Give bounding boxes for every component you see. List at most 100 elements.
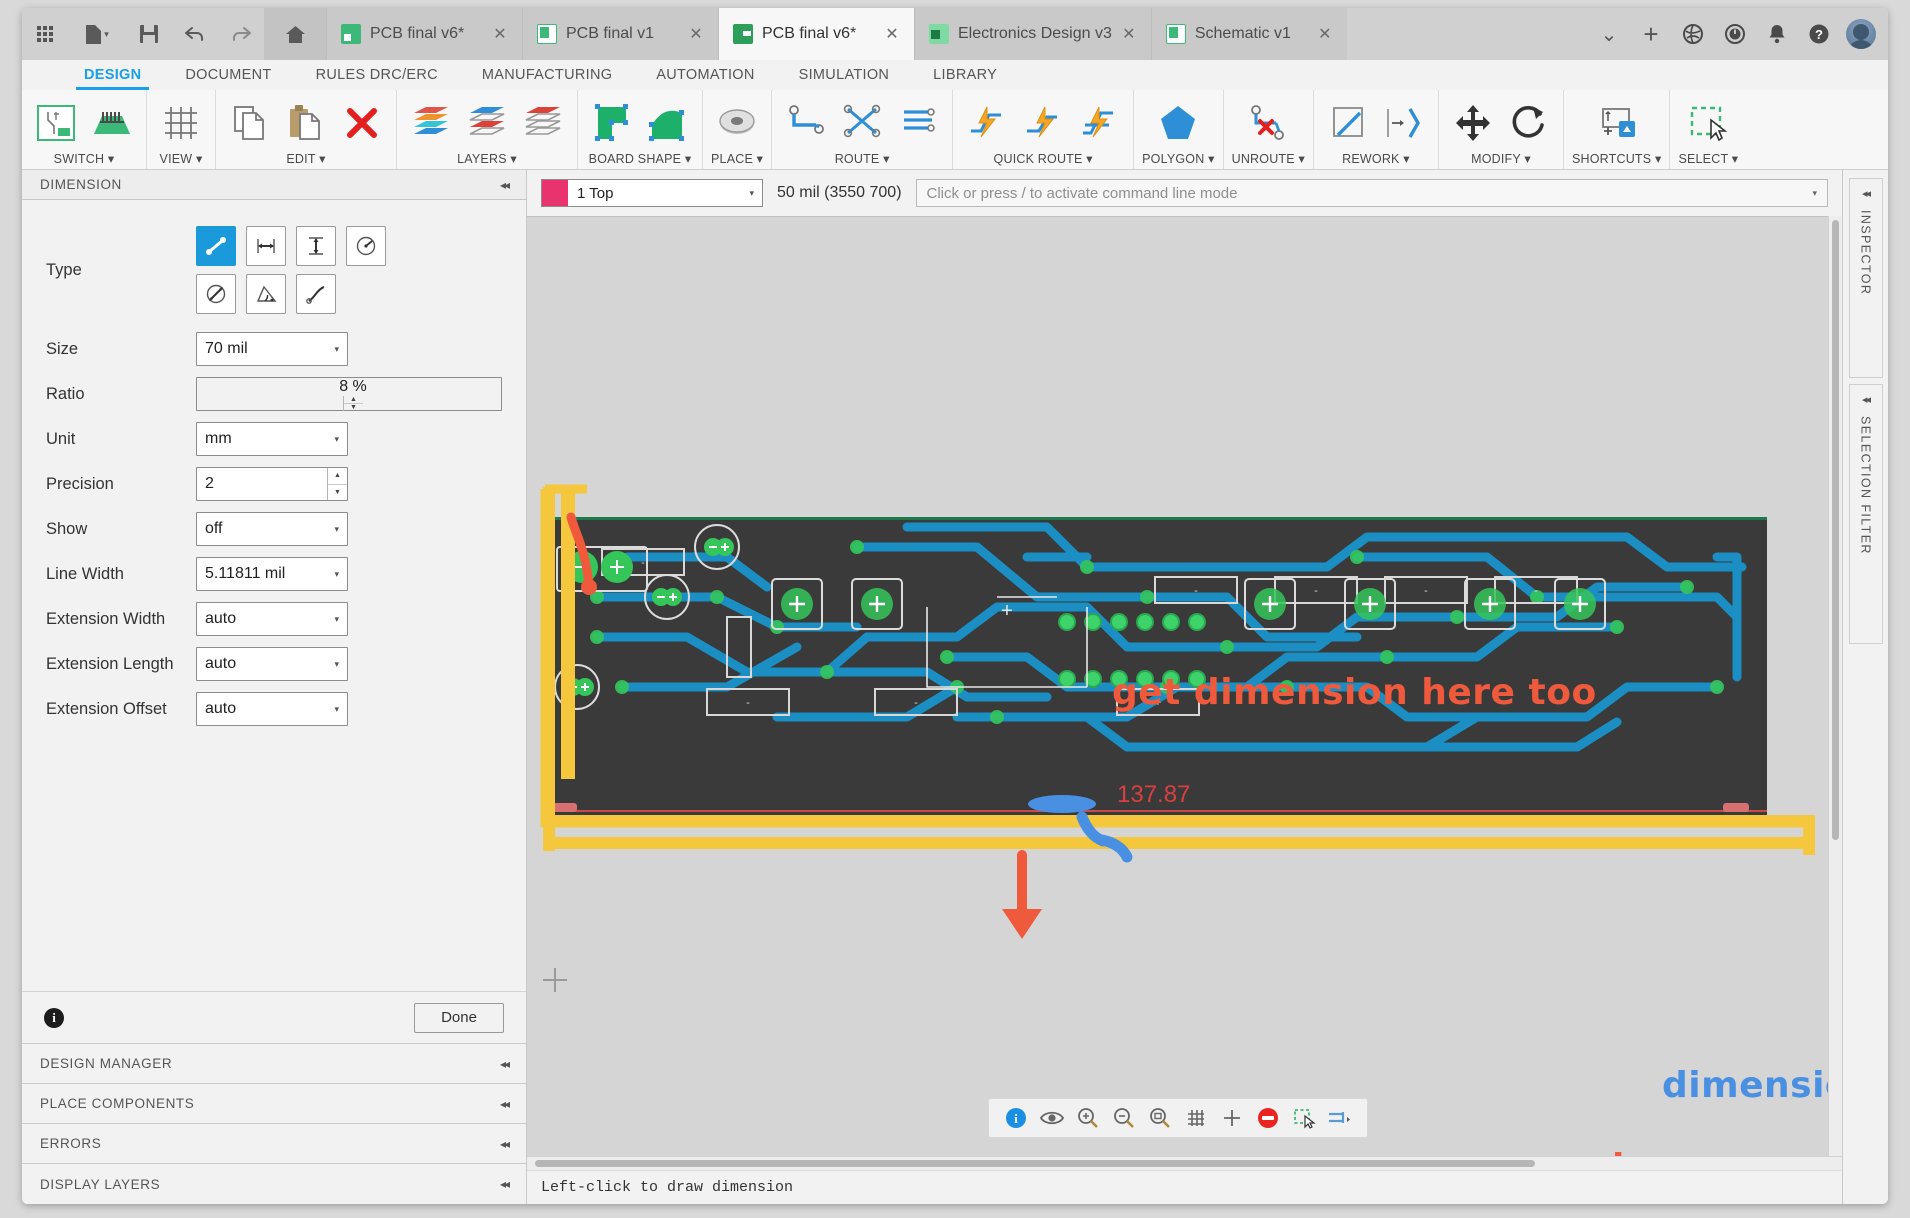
extension-length-dropdown[interactable]: auto ▾ [196, 647, 348, 681]
no-entry-icon[interactable] [1253, 1103, 1283, 1133]
place-via-icon[interactable] [711, 100, 763, 146]
command-line-input[interactable]: Click or press / to activate command lin… [916, 179, 1828, 207]
menu-item-rules-drc-erc[interactable]: RULES DRC/ERC [294, 60, 460, 90]
visibility-eye-icon[interactable] [1037, 1103, 1067, 1133]
dimension-type-radius[interactable] [346, 226, 386, 266]
copy-icon[interactable] [224, 100, 276, 146]
document-tab-0[interactable]: PCB final v6* ✕ [326, 8, 522, 60]
stepper-up-icon[interactable]: ▲ [328, 468, 347, 485]
line-width-dropdown[interactable]: 5.11811 mil ▾ [196, 557, 348, 591]
menu-item-automation[interactable]: AUTOMATION [634, 60, 776, 90]
scrollbar-thumb[interactable] [535, 1160, 1535, 1167]
layer-stack-icon[interactable] [405, 100, 457, 146]
miter-icon[interactable] [1322, 100, 1374, 146]
select-box-icon[interactable] [1682, 100, 1734, 146]
extension-width-dropdown[interactable]: auto ▾ [196, 602, 348, 636]
stepper-up-icon[interactable]: ▲ [344, 396, 363, 404]
canvas-vertical-scrollbar[interactable] [1828, 216, 1842, 1156]
dimension-type-angle[interactable] [246, 274, 286, 314]
dimension-type-horizontal[interactable] [246, 226, 286, 266]
crosshair-icon[interactable] [1217, 1103, 1247, 1133]
route-trace-icon[interactable] [780, 100, 832, 146]
switch-to-board-icon[interactable] [86, 100, 138, 146]
menu-item-library[interactable]: LIBRARY [911, 60, 1019, 90]
undo-icon[interactable] [172, 8, 218, 60]
rail-collapse-icon[interactable]: ◂◂ [1862, 187, 1869, 200]
panel-collapse-icon[interactable]: ◂◂ [500, 178, 508, 192]
document-tab-1[interactable]: PCB final v1 ✕ [522, 8, 718, 60]
dimension-type-leader[interactable] [296, 274, 336, 314]
stepper-down-icon[interactable]: ▼ [328, 485, 347, 501]
autoroute-selected-icon[interactable] [1017, 100, 1069, 146]
rail-collapse-icon[interactable]: ◂◂ [1862, 393, 1869, 406]
accordion-collapse-icon[interactable]: ◂◂ [500, 1057, 508, 1071]
document-tab-2-active[interactable]: PCB final v6* ✕ [718, 8, 914, 60]
grid-toggle-icon[interactable] [1181, 1103, 1211, 1133]
help-icon[interactable]: ? [1798, 23, 1840, 45]
document-tab-4[interactable]: Schematic v1 ✕ [1151, 8, 1347, 60]
change-angle-icon[interactable] [1378, 100, 1430, 146]
scrollbar-thumb[interactable] [1832, 220, 1839, 840]
layer-display-icon[interactable] [461, 100, 513, 146]
rotate-icon[interactable] [1503, 100, 1555, 146]
ratio-stepper[interactable]: ▲▼ [343, 396, 363, 411]
menu-item-manufacturing[interactable]: MANUFACTURING [460, 60, 634, 90]
tab-overflow-icon[interactable]: ⌄ [1588, 22, 1630, 47]
tab-close-icon[interactable]: ✕ [884, 24, 900, 44]
redo-icon[interactable] [218, 8, 264, 60]
info-icon[interactable]: i [44, 1008, 64, 1028]
ratio-spinner[interactable]: 8 % ▲▼ [196, 377, 502, 411]
document-tab-3[interactable]: Electronics Design v3 ✕ [914, 8, 1151, 60]
tab-close-icon[interactable]: ✕ [1121, 24, 1137, 44]
dimension-type-parallel[interactable] [196, 226, 236, 266]
extensions-icon[interactable] [1672, 23, 1714, 45]
stepper-down-icon[interactable]: ▼ [344, 404, 363, 411]
precision-spinner[interactable]: 2 ▲▼ [196, 467, 348, 501]
accordion-collapse-icon[interactable]: ◂◂ [500, 1097, 508, 1111]
precision-stepper[interactable]: ▲▼ [327, 468, 347, 500]
zoom-fit-icon[interactable] [1145, 1103, 1175, 1133]
tab-close-icon[interactable]: ✕ [688, 24, 704, 44]
apps-grid-icon[interactable] [22, 8, 68, 60]
autoroute-icon[interactable] [961, 100, 1013, 146]
new-document-icon[interactable]: ▾ [68, 8, 126, 60]
accordion-collapse-icon[interactable]: ◂◂ [500, 1177, 508, 1191]
pcb-canvas[interactable]: -- -- -- -+ [527, 216, 1828, 1156]
accordion-errors[interactable]: ERRORS ◂◂ [22, 1124, 526, 1164]
unit-dropdown[interactable]: mm ▾ [196, 422, 348, 456]
new-tab-button[interactable]: + [1630, 19, 1672, 50]
autoroute-all-icon[interactable] [1073, 100, 1125, 146]
board-area-icon[interactable] [642, 100, 694, 146]
menu-item-design[interactable]: DESIGN [62, 60, 163, 90]
marquee-select-icon[interactable] [1289, 1103, 1319, 1133]
avatar[interactable] [1846, 19, 1876, 49]
layer-select[interactable]: 1 Top ▾ [541, 179, 763, 207]
rail-inspector[interactable]: ◂◂ INSPECTOR [1849, 178, 1883, 378]
done-button[interactable]: Done [414, 1003, 504, 1033]
extension-offset-dropdown[interactable]: auto ▾ [196, 692, 348, 726]
unroute-icon[interactable] [1242, 100, 1294, 146]
save-icon[interactable] [126, 8, 172, 60]
accordion-place-components[interactable]: PLACE COMPONENTS ◂◂ [22, 1084, 526, 1124]
move-icon[interactable] [1447, 100, 1499, 146]
zoom-in-icon[interactable] [1073, 1103, 1103, 1133]
route-bus-icon[interactable] [892, 100, 944, 146]
tab-close-icon[interactable]: ✕ [1317, 24, 1333, 44]
paste-icon[interactable] [280, 100, 332, 146]
tab-close-icon[interactable]: ✕ [492, 24, 508, 44]
route-ratsnest-icon[interactable] [836, 100, 888, 146]
polygon-icon[interactable] [1152, 100, 1204, 146]
accordion-design-manager[interactable]: DESIGN MANAGER ◂◂ [22, 1044, 526, 1084]
dimension-type-diameter[interactable] [196, 274, 236, 314]
rail-selection-filter[interactable]: ◂◂ SELECTION FILTER [1849, 384, 1883, 644]
zoom-out-icon[interactable] [1109, 1103, 1139, 1133]
chevron-down-icon[interactable]: ▾ [1812, 188, 1817, 199]
switch-to-schematic-icon[interactable] [30, 100, 82, 146]
accordion-collapse-icon[interactable]: ◂◂ [500, 1137, 508, 1151]
show-dropdown[interactable]: off ▾ [196, 512, 348, 546]
info-icon[interactable]: i [1001, 1103, 1031, 1133]
dimension-type-vertical[interactable] [296, 226, 336, 266]
menu-item-simulation[interactable]: SIMULATION [777, 60, 912, 90]
canvas-horizontal-scrollbar[interactable] [527, 1156, 1842, 1170]
notifications-bell-icon[interactable] [1756, 23, 1798, 45]
